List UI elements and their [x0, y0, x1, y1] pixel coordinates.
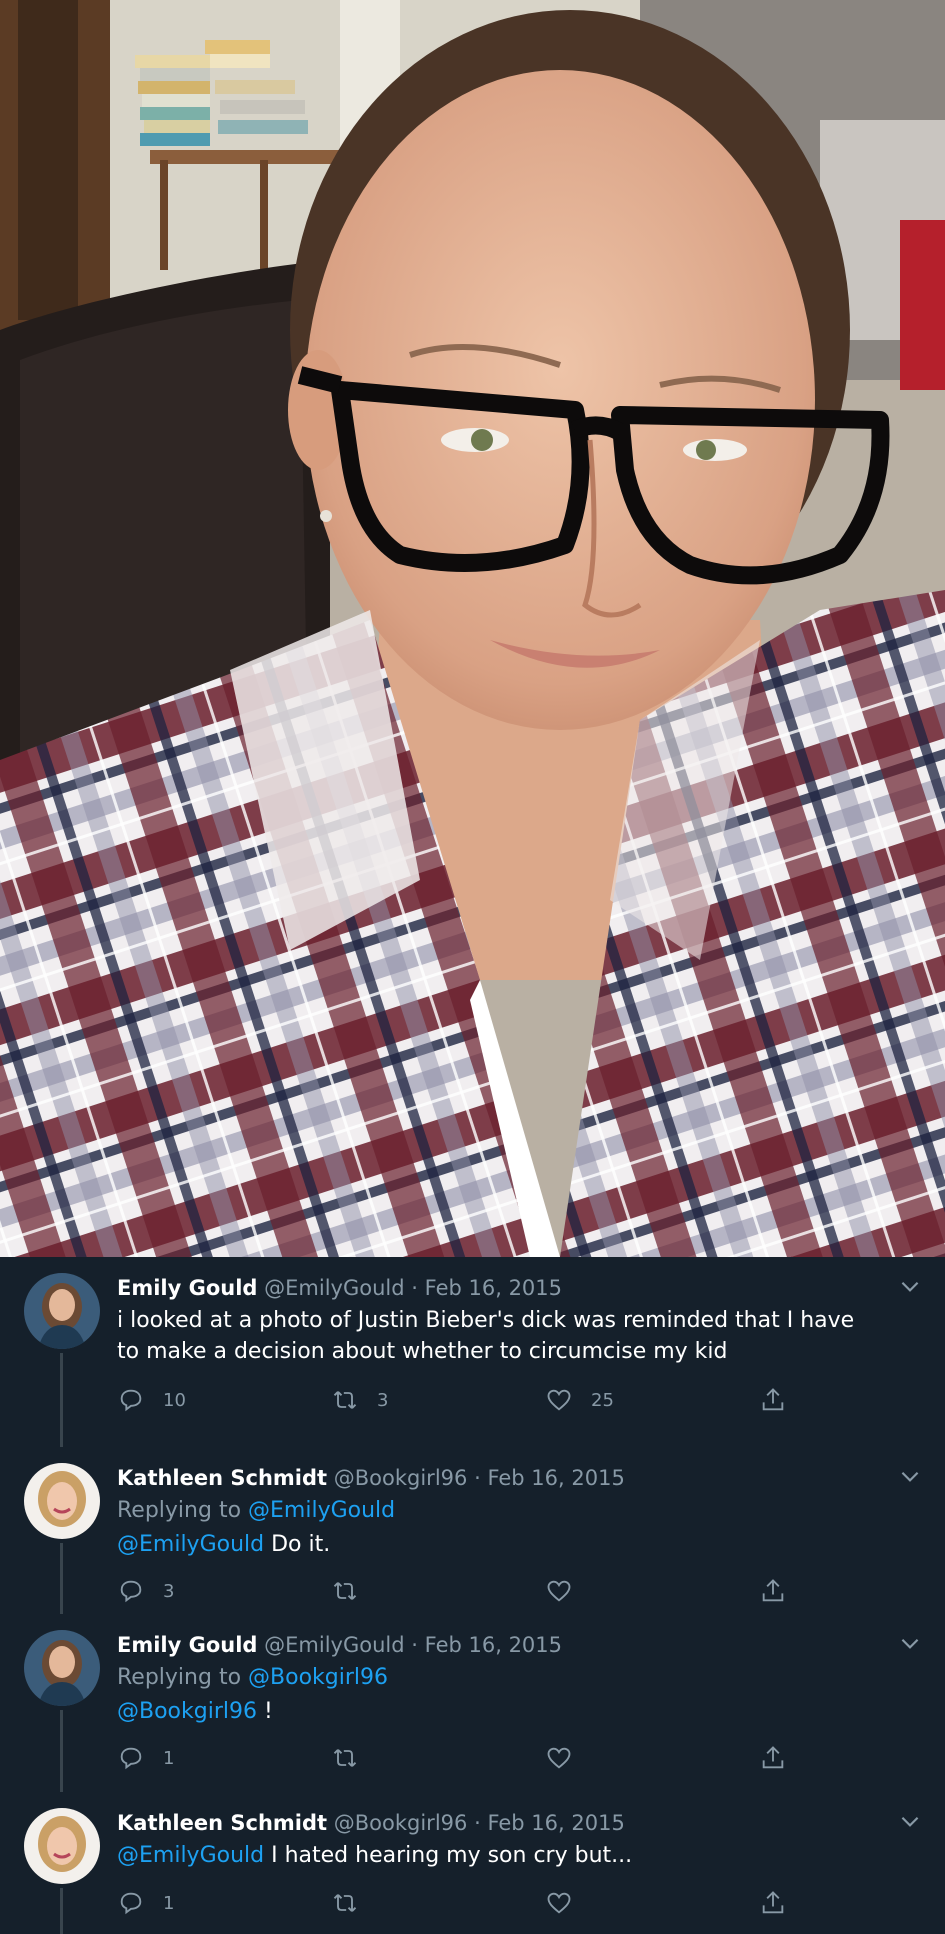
avatar[interactable]: [24, 1463, 100, 1539]
handle[interactable]: @EmilyGould: [264, 1633, 404, 1657]
tweet-actions: 10 3 25: [117, 1385, 797, 1415]
tweet[interactable]: Kathleen Schmidt @Bookgirl96 · Feb 16, 2…: [0, 1447, 945, 1614]
replying-to-line: Replying to @EmilyGould: [117, 1495, 875, 1526]
tweet-text-content: Do it.: [264, 1532, 331, 1557]
mention-link[interactable]: @Bookgirl96: [117, 1699, 257, 1724]
avatar[interactable]: [24, 1273, 100, 1349]
share-button[interactable]: [759, 1888, 787, 1918]
timestamp[interactable]: Feb 16, 2015: [487, 1466, 624, 1490]
reply-button[interactable]: 1: [117, 1888, 174, 1918]
tweet-header: Kathleen Schmidt @Bookgirl96 · Feb 16, 2…: [117, 1808, 875, 1838]
separator: ·: [474, 1466, 481, 1490]
share-button[interactable]: [759, 1385, 787, 1415]
timestamp[interactable]: Feb 16, 2015: [487, 1811, 624, 1835]
tweet-text-content: !: [256, 1699, 273, 1724]
retweet-icon: [333, 1582, 357, 1600]
tweet-header: Kathleen Schmidt @Bookgirl96 · Feb 16, 2…: [117, 1463, 875, 1493]
share-icon: [762, 1891, 784, 1914]
tweet-photo[interactable]: [0, 0, 945, 1257]
chevron-down-icon[interactable]: [897, 1630, 923, 1656]
share-button[interactable]: [759, 1743, 787, 1773]
avatar[interactable]: [24, 1808, 100, 1884]
like-icon: [547, 1747, 571, 1769]
tweet-actions: 3: [117, 1576, 797, 1606]
handle[interactable]: @Bookgirl96: [334, 1466, 468, 1490]
handle[interactable]: @Bookgirl96: [334, 1811, 468, 1835]
replying-to-link[interactable]: @Bookgirl96: [248, 1665, 388, 1690]
like-icon: [547, 1892, 571, 1914]
chevron-down-icon[interactable]: [897, 1808, 923, 1834]
retweet-icon: [333, 1894, 357, 1912]
thread-connector: [60, 1353, 63, 1447]
retweet-button[interactable]: [331, 1743, 359, 1773]
replying-to-label: Replying to: [117, 1665, 242, 1690]
reply-thread: Emily Gould @EmilyGould · Feb 16, 2015 i…: [0, 1257, 945, 1934]
replying-to-link[interactable]: @EmilyGould: [248, 1498, 395, 1523]
chevron-down-icon[interactable]: [897, 1273, 923, 1299]
reply-icon: [120, 1892, 142, 1915]
separator: ·: [411, 1633, 418, 1657]
reply-count: 10: [163, 1389, 186, 1411]
mention-link[interactable]: @EmilyGould: [117, 1532, 264, 1557]
timestamp[interactable]: Feb 16, 2015: [425, 1276, 562, 1300]
tweet[interactable]: Kathleen Schmidt @Bookgirl96 · Feb 16, 2…: [0, 1792, 945, 1934]
tweet-text: @Bookgirl96 !: [117, 1696, 875, 1727]
like-icon: [547, 1580, 571, 1602]
retweet-count: 3: [377, 1389, 389, 1411]
separator: ·: [411, 1276, 418, 1300]
like-button[interactable]: [545, 1888, 573, 1918]
retweet-button[interactable]: [331, 1888, 359, 1918]
reply-icon: [120, 1580, 142, 1603]
like-count: 25: [591, 1389, 614, 1411]
tweet-actions: 1: [117, 1743, 797, 1773]
share-icon: [762, 1388, 784, 1411]
like-button[interactable]: [545, 1743, 573, 1773]
reply-button[interactable]: 1: [117, 1743, 174, 1773]
reply-icon: [120, 1389, 142, 1412]
tweet-text-content: I hated hearing my son cry but...: [264, 1843, 633, 1868]
share-button[interactable]: [759, 1576, 787, 1606]
timestamp[interactable]: Feb 16, 2015: [425, 1633, 562, 1657]
share-icon: [762, 1579, 784, 1602]
tweet-text: @EmilyGould I hated hearing my son cry b…: [117, 1840, 875, 1871]
retweet-icon: [333, 1749, 357, 1767]
retweet-icon: [333, 1391, 357, 1409]
display-name[interactable]: Kathleen Schmidt: [117, 1811, 327, 1835]
like-button[interactable]: 25: [545, 1385, 614, 1415]
reply-count: 1: [163, 1892, 175, 1914]
chevron-down-icon[interactable]: [897, 1463, 923, 1489]
thread-connector: [60, 1710, 63, 1792]
tweet-text: i looked at a photo of Justin Bieber's d…: [117, 1308, 855, 1364]
reply-icon: [120, 1747, 142, 1770]
like-icon: [547, 1389, 571, 1411]
avatar[interactable]: [24, 1630, 100, 1706]
tweet[interactable]: Emily Gould @EmilyGould · Feb 16, 2015 i…: [0, 1257, 945, 1447]
retweet-button[interactable]: 3: [331, 1385, 388, 1415]
reply-count: 1: [163, 1747, 175, 1769]
tweet-header: Emily Gould @EmilyGould · Feb 16, 2015: [117, 1630, 875, 1660]
share-icon: [762, 1746, 784, 1769]
thread-connector: [60, 1888, 63, 1934]
thread-connector: [60, 1543, 63, 1614]
tweet-header: Emily Gould @EmilyGould · Feb 16, 2015: [117, 1273, 875, 1303]
tweet-actions: 1: [117, 1888, 797, 1918]
reply-count: 3: [163, 1580, 175, 1602]
retweet-button[interactable]: [331, 1576, 359, 1606]
handle[interactable]: @EmilyGould: [264, 1276, 404, 1300]
reply-button[interactable]: 10: [117, 1385, 186, 1415]
separator: ·: [474, 1811, 481, 1835]
tweet[interactable]: Emily Gould @EmilyGould · Feb 16, 2015 R…: [0, 1614, 945, 1792]
reply-button[interactable]: 3: [117, 1576, 174, 1606]
display-name[interactable]: Emily Gould: [117, 1276, 257, 1300]
replying-to-label: Replying to: [117, 1498, 242, 1523]
display-name[interactable]: Kathleen Schmidt: [117, 1466, 327, 1490]
tweet-text: @EmilyGould Do it.: [117, 1529, 875, 1560]
like-button[interactable]: [545, 1576, 573, 1606]
replying-to-line: Replying to @Bookgirl96: [117, 1662, 875, 1693]
selfie-illustration: [0, 0, 945, 1257]
display-name[interactable]: Emily Gould: [117, 1633, 257, 1657]
mention-link[interactable]: @EmilyGould: [117, 1843, 264, 1868]
